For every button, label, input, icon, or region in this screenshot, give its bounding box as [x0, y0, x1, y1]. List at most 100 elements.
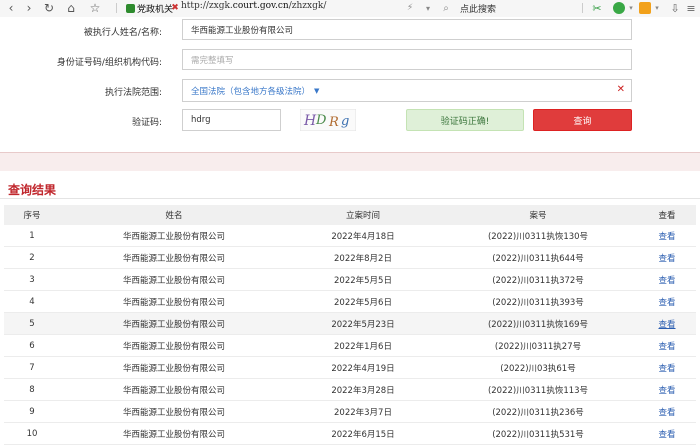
table-cell: (2022)川0311执恢130号 [438, 225, 638, 247]
col-header-view: 查看 [638, 205, 696, 225]
row-case-number: (2022)川0311执372号 [492, 275, 584, 286]
row-no: 1 [29, 230, 35, 241]
row-date: 2022年8月2日 [334, 253, 392, 264]
table-cell: 1 [4, 225, 60, 247]
row-name: 华西能源工业股份有限公司 [122, 341, 225, 352]
row-date: 2022年5月5日 [334, 275, 392, 286]
search-box[interactable]: 点此搜索 [460, 2, 496, 15]
svg-text:R: R [328, 115, 339, 130]
row-date: 2022年3月28日 [331, 385, 395, 396]
view-link[interactable]: 查看 [658, 276, 675, 286]
table-row: 2 华西能源工业股份有限公司 2022年8月2日 (2022)川0311执644号 查看 [4, 246, 696, 269]
table-cell: 查看 [638, 334, 696, 357]
table-cell: 2022年6月15日 [288, 422, 438, 445]
row-name: 华西能源工业股份有限公司 [122, 407, 225, 418]
bookmark-star-icon[interactable]: ☆ [88, 1, 102, 15]
chevron-down-icon[interactable]: ▾ [626, 1, 636, 15]
table-cell: (2022)川0311执恢169号 [438, 312, 638, 335]
download-icon[interactable]: ⇩ [668, 1, 682, 15]
row-case-number: (2022)川0311执236号 [492, 407, 584, 418]
svg-text:H: H [303, 113, 317, 129]
view-link[interactable]: 查看 [658, 232, 675, 242]
table-cell: (2022)川0311执393号 [438, 290, 638, 313]
col-header-name: 姓名 [60, 205, 288, 225]
menu-icon[interactable]: ≡ [684, 1, 698, 15]
chevron-down-icon[interactable]: ▾ [422, 1, 434, 15]
table-row: 6 华西能源工业股份有限公司 2022年1月6日 (2022)川0311执27号 查看 [4, 334, 696, 357]
row-no: 7 [29, 362, 35, 373]
security-warning-icon[interactable]: ✖ [170, 1, 180, 15]
table-cell: 2022年5月6日 [288, 290, 438, 313]
table-cell: 2022年5月23日 [288, 312, 438, 335]
view-link[interactable]: 查看 [658, 364, 675, 374]
home-icon[interactable]: ⌂ [64, 1, 78, 15]
url-suffix: /zhzxgk/ [288, 1, 327, 11]
browser-toolbar: ‹ › ↻ ⌂ ☆ 党政机关 ✖ http://zxgk.court.gov.c… [0, 0, 700, 18]
captcha-image[interactable]: H D R g [300, 109, 356, 131]
table-cell: (2022)川03执61号 [438, 356, 638, 379]
view-link[interactable]: 查看 [658, 386, 675, 396]
row-no: 9 [29, 406, 35, 417]
name-label: 被执行人姓名/名称: [83, 28, 162, 38]
row-case-number: (2022)川0311执531号 [492, 429, 584, 440]
query-button[interactable]: 查询 [533, 109, 632, 131]
table-cell: 华西能源工业股份有限公司 [60, 225, 288, 247]
table-row: 5 华西能源工业股份有限公司 2022年5月23日 (2022)川0311执恢169号… [4, 312, 696, 335]
row-case-number: (2022)川0311执27号 [494, 341, 582, 352]
table-cell: 2022年4月18日 [288, 225, 438, 247]
name-input[interactable]: 华西能源工业股份有限公司 [182, 19, 632, 40]
forward-icon[interactable]: › [22, 1, 36, 15]
row-date: 2022年3月7日 [334, 407, 392, 418]
table-cell: 3 [4, 268, 60, 291]
refresh-icon[interactable]: ↻ [42, 1, 56, 15]
court-label: 执行法院范围: [104, 88, 162, 98]
table-cell: (2022)川0311执644号 [438, 246, 638, 269]
address-bar[interactable]: http://zxgk.court.gov.cn/zhzxgk/ [181, 1, 326, 11]
view-link[interactable]: 查看 [658, 430, 675, 440]
table-cell: 华西能源工业股份有限公司 [60, 378, 288, 401]
gov-site-badge[interactable]: 党政机关 [126, 1, 173, 15]
row-no: 6 [29, 340, 35, 351]
table-cell: (2022)川0311执372号 [438, 268, 638, 291]
svg-text:D: D [315, 113, 327, 128]
chevron-down-icon[interactable]: ▾ [652, 1, 662, 15]
results-table: 序号 姓名 立案时间 案号 查看 1 华西能源工业股份有限公司 2022年4月18日… [4, 205, 696, 445]
shield-icon [126, 3, 135, 13]
extension-green-icon[interactable] [613, 2, 625, 14]
table-row: 10 华西能源工业股份有限公司 2022年6月15日 (2022)川0311执531号… [4, 422, 696, 445]
lightning-icon[interactable]: ⚡ [404, 1, 416, 15]
extension-orange-icon[interactable] [639, 2, 651, 14]
table-cell: (2022)川0311执恢113号 [438, 378, 638, 401]
search-icon[interactable]: ⌕ [440, 1, 452, 15]
view-link[interactable]: 查看 [658, 298, 675, 308]
court-select[interactable]: 全国法院（包含地方各级法院） ▼ ✕ [182, 79, 632, 102]
url-domain: court.gov.cn [232, 1, 289, 11]
row-no: 10 [26, 428, 38, 439]
row-case-number: (2022)川0311执恢169号 [487, 319, 589, 330]
table-cell: 6 [4, 334, 60, 357]
view-link[interactable]: 查看 [658, 254, 675, 264]
row-no: 4 [29, 296, 35, 307]
table-cell: (2022)川0311执27号 [438, 334, 638, 357]
table-cell: 2022年8月2日 [288, 246, 438, 269]
table-cell: 华西能源工业股份有限公司 [60, 312, 288, 335]
captcha-input[interactable]: hdrg [182, 109, 281, 131]
table-cell: 华西能源工业股份有限公司 [60, 422, 288, 445]
clear-icon[interactable]: ✕ [617, 84, 625, 95]
row-no: 3 [29, 274, 35, 285]
dropdown-arrow-icon: ▼ [314, 86, 320, 95]
gov-label: 党政机关 [137, 4, 174, 15]
view-link[interactable]: 查看 [658, 408, 675, 418]
table-cell: 华西能源工业股份有限公司 [60, 290, 288, 313]
table-cell: 8 [4, 378, 60, 401]
view-link[interactable]: 查看 [658, 342, 675, 352]
table-row: 3 华西能源工业股份有限公司 2022年5月5日 (2022)川0311执372号 查看 [4, 268, 696, 291]
row-case-number: (2022)川0311执644号 [492, 253, 584, 264]
svg-text:g: g [341, 114, 349, 129]
col-header-no: 序号 [4, 205, 60, 225]
scissors-icon[interactable]: ✂ [590, 1, 604, 15]
id-input[interactable]: 需完整填写 [182, 49, 632, 70]
table-cell: 7 [4, 356, 60, 379]
view-link[interactable]: 查看 [658, 320, 675, 330]
back-icon[interactable]: ‹ [4, 1, 18, 15]
